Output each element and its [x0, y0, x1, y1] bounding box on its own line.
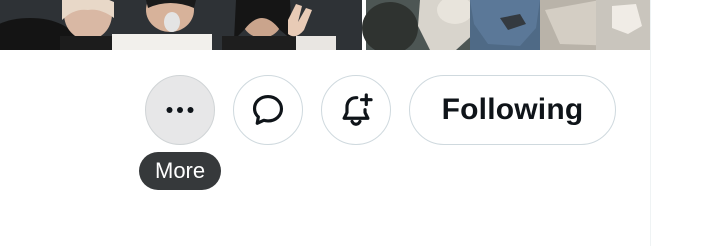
- more-horizontal-icon: [166, 107, 194, 113]
- more-tooltip: More: [139, 152, 222, 190]
- profile-action-bar: Following More: [0, 0, 650, 246]
- following-button-label: Following: [441, 93, 584, 126]
- following-button[interactable]: Following: [409, 75, 616, 145]
- bell-plus-icon: [342, 93, 373, 126]
- more-tooltip-text: More: [155, 158, 206, 183]
- right-sidebar: [651, 0, 714, 246]
- notifications-button[interactable]: [321, 75, 391, 145]
- message-button[interactable]: [233, 75, 303, 145]
- message-bubble-icon: [252, 94, 284, 125]
- profile-page: Following More: [0, 0, 714, 246]
- more-button[interactable]: [145, 75, 215, 145]
- main-column: Following More: [0, 0, 651, 246]
